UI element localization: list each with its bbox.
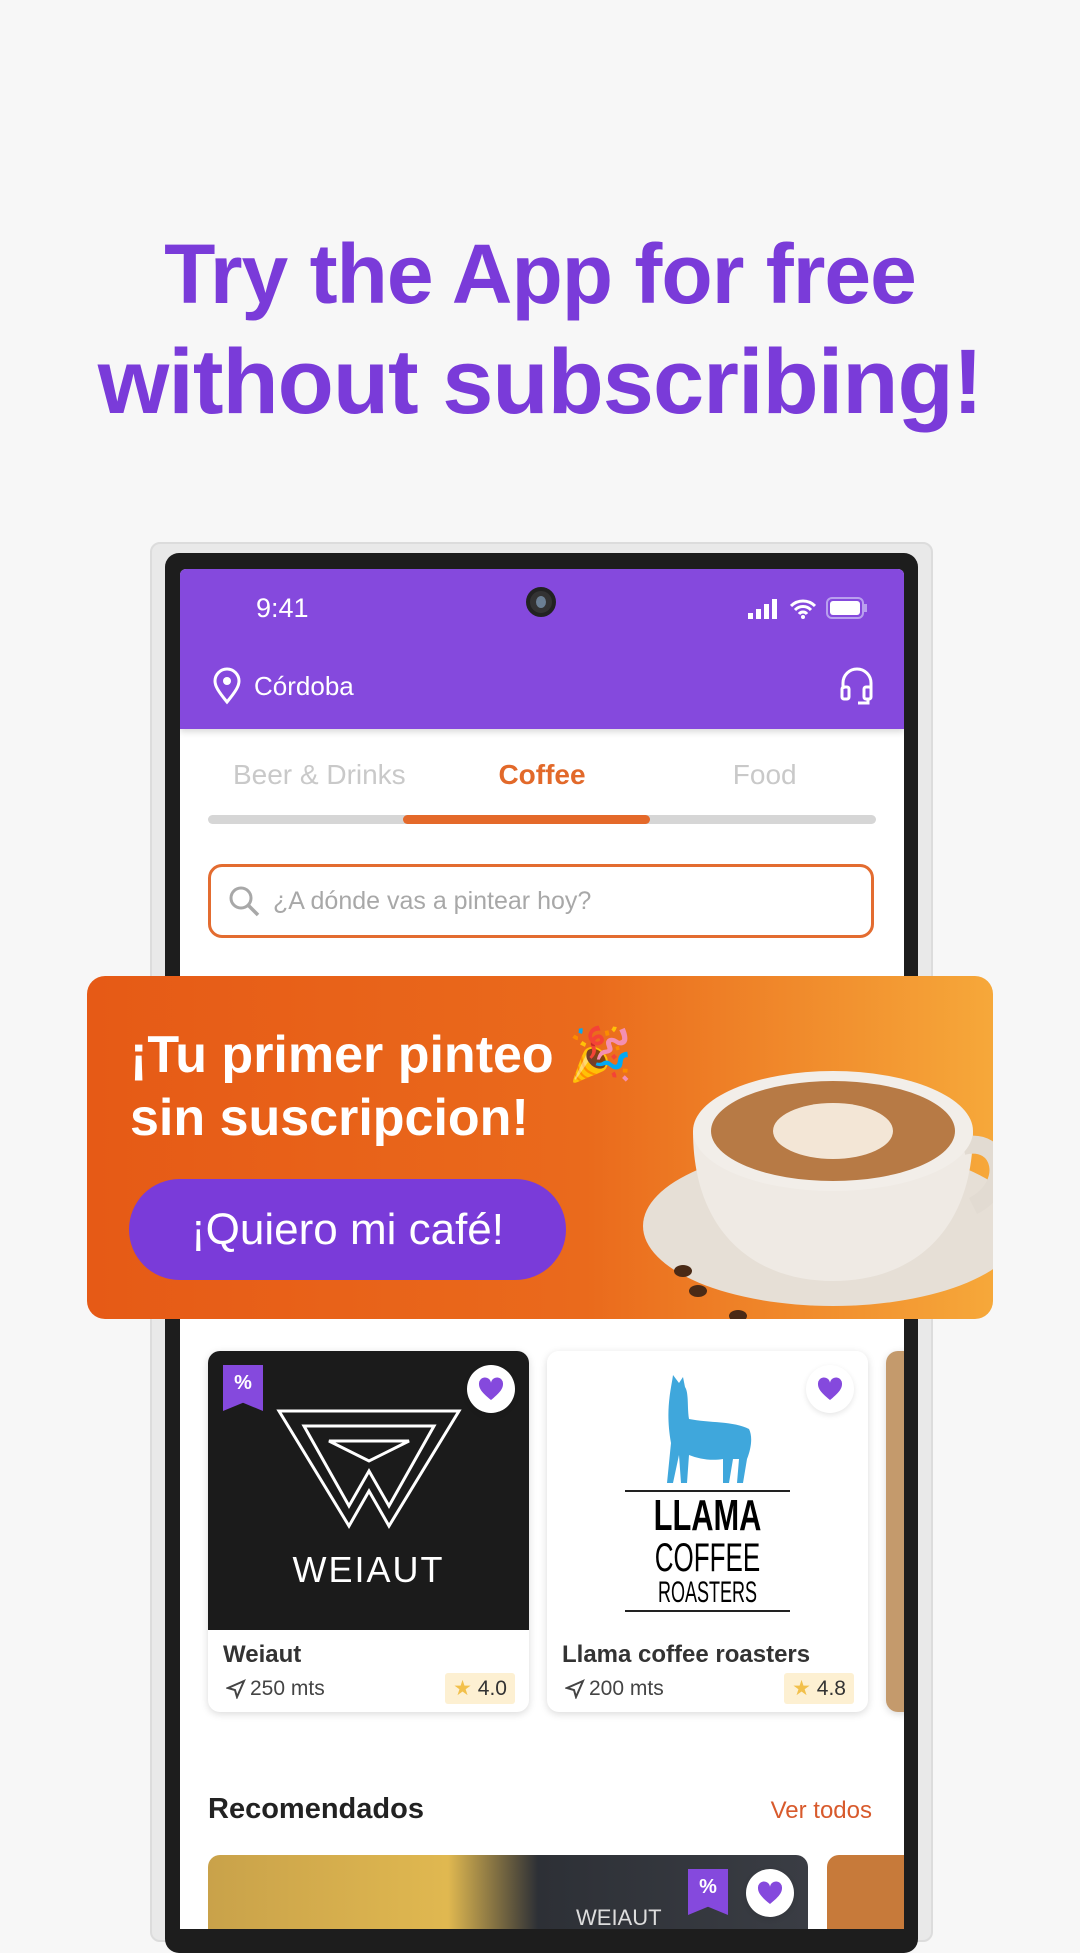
recommended-title: Recomendados bbox=[208, 1793, 424, 1825]
coffee-cup-icon bbox=[643, 1071, 993, 1319]
location-pin-icon bbox=[213, 667, 241, 705]
recommended-logo-text: WEIAUT bbox=[576, 1905, 662, 1929]
heart-icon bbox=[817, 1377, 843, 1400]
status-time: 9:41 bbox=[256, 593, 309, 623]
signal-icon bbox=[748, 599, 777, 619]
place-rating: ★ 4.8 bbox=[784, 1673, 854, 1704]
search-icon bbox=[229, 886, 260, 917]
rating-value: 4.8 bbox=[816, 1677, 846, 1700]
llama-logo-line3: ROASTERS bbox=[657, 1575, 758, 1609]
tab-coffee[interactable]: Coffee bbox=[431, 759, 654, 791]
weiaut-logo-icon bbox=[275, 1409, 462, 1529]
location-label: Córdoba bbox=[254, 670, 354, 701]
place-name: Weiaut bbox=[223, 1641, 302, 1668]
llama-logo-icon bbox=[666, 1374, 751, 1483]
discount-badge: % bbox=[688, 1869, 728, 1915]
place-card-partial[interactable] bbox=[886, 1351, 904, 1712]
place-card[interactable]: WEIAUT % Weiaut 250 mts ★ 4.0 bbox=[208, 1351, 529, 1712]
place-distance: 200 mts bbox=[565, 1677, 664, 1701]
headline-line1: Try the App for free bbox=[164, 227, 917, 321]
wifi-icon bbox=[790, 599, 816, 619]
llama-logo-line2: COFFEE bbox=[654, 1535, 761, 1580]
promo-title-line2: sin suscripcion! bbox=[130, 1089, 529, 1147]
recommended-card-partial[interactable] bbox=[827, 1855, 904, 1929]
camera-icon bbox=[526, 587, 556, 617]
favorite-button[interactable] bbox=[806, 1365, 854, 1413]
status-icons bbox=[748, 597, 868, 619]
search-placeholder: ¿A dónde vas a pintear hoy? bbox=[273, 886, 592, 915]
category-tabs: Beer & Drinks Coffee Food bbox=[208, 759, 876, 791]
search-input[interactable]: ¿A dónde vas a pintear hoy? bbox=[208, 864, 874, 938]
heart-icon bbox=[478, 1377, 504, 1400]
weiaut-logo-text: WEIAUT bbox=[292, 1548, 445, 1590]
navigation-arrow-icon bbox=[565, 1679, 585, 1699]
support-headset-icon[interactable] bbox=[838, 665, 876, 705]
tab-beer-drinks[interactable]: Beer & Drinks bbox=[208, 759, 431, 791]
heart-icon bbox=[757, 1881, 783, 1904]
favorite-button[interactable] bbox=[467, 1365, 515, 1413]
promo-cta-button[interactable]: ¡Quiero mi café! bbox=[129, 1179, 566, 1280]
location-selector[interactable]: Córdoba bbox=[212, 667, 354, 705]
place-distance: 250 mts bbox=[226, 1677, 325, 1701]
llama-logo-line1: LLAMA bbox=[653, 1490, 762, 1540]
see-all-link[interactable]: Ver todos bbox=[771, 1797, 872, 1825]
place-rating: ★ 4.0 bbox=[445, 1673, 515, 1704]
star-icon: ★ bbox=[453, 1677, 472, 1700]
tab-active-indicator bbox=[403, 815, 650, 824]
place-name: Llama coffee roasters bbox=[562, 1641, 811, 1668]
rating-value: 4.0 bbox=[477, 1677, 507, 1700]
app-header: 9:41 Córdoba bbox=[180, 569, 904, 729]
distance-text: 250 mts bbox=[250, 1677, 325, 1700]
promo-banner[interactable]: ¡Tu primer pinteo 🎉 sin suscripcion! ¡Qu… bbox=[87, 976, 993, 1319]
favorite-button[interactable] bbox=[746, 1869, 794, 1917]
headline-line2: without subscribing! bbox=[97, 331, 984, 433]
star-icon: ★ bbox=[792, 1677, 811, 1700]
navigation-arrow-icon bbox=[226, 1679, 246, 1699]
recommended-card[interactable]: WEIAUT % bbox=[208, 1855, 808, 1929]
promo-title-line1: ¡Tu primer pinteo 🎉 bbox=[130, 1026, 633, 1084]
places-carousel: WEIAUT % Weiaut 250 mts ★ 4.0 LLAMA COFF… bbox=[208, 1351, 904, 1712]
tab-food[interactable]: Food bbox=[653, 759, 876, 791]
place-card[interactable]: LLAMA COFFEE ROASTERS Llama coffee roast… bbox=[547, 1351, 868, 1712]
distance-text: 200 mts bbox=[589, 1677, 664, 1700]
battery-icon bbox=[826, 597, 867, 619]
